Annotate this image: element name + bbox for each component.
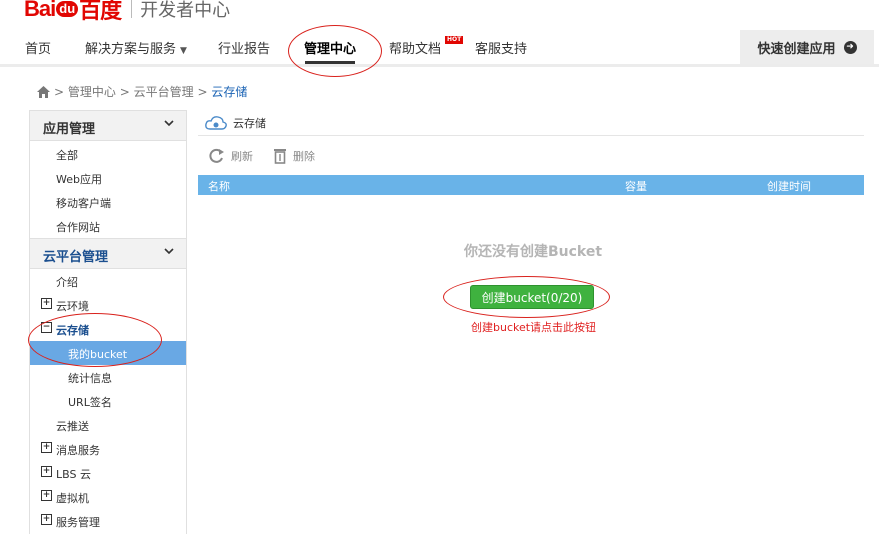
delete-label: 删除 bbox=[293, 150, 315, 163]
expand-plus-icon: + bbox=[41, 514, 52, 525]
refresh-button[interactable]: 刷新 bbox=[208, 148, 253, 164]
breadcrumb-sep: > bbox=[197, 84, 208, 99]
breadcrumb-cloud-platform[interactable]: 云平台管理 bbox=[134, 83, 194, 100]
logo-text-baidu-cn: 百度 bbox=[79, 0, 122, 23]
nav-home[interactable]: 首页 bbox=[25, 38, 51, 57]
page-title: 云存储 bbox=[205, 115, 266, 131]
nav-support[interactable]: 客服支持 bbox=[475, 38, 527, 57]
annotation-ellipse-sidebar bbox=[28, 313, 162, 367]
sidebar-item-label: URL签名 bbox=[68, 396, 112, 409]
page-title-text: 云存储 bbox=[233, 117, 266, 130]
quick-create-app-button[interactable]: 快速创建应用 ➜ bbox=[740, 30, 874, 64]
sidebar-item-label: 虚拟机 bbox=[56, 492, 89, 505]
breadcrumb: > 管理中心 > 云平台管理 > 云存储 bbox=[37, 83, 247, 100]
column-header-created[interactable]: 创建时间 bbox=[767, 178, 811, 194]
sidebar-item-intro[interactable]: 介绍 bbox=[30, 269, 186, 293]
nav-solutions-label: 解决方案与服务 bbox=[85, 42, 177, 57]
sidebar-item-label: 服务管理 bbox=[56, 516, 100, 529]
logo-text-bai: Bai bbox=[24, 0, 56, 21]
breadcrumb-management[interactable]: 管理中心 bbox=[68, 83, 116, 100]
sidebar-section-label: 应用管理 bbox=[43, 122, 96, 137]
breadcrumb-sep: > bbox=[54, 84, 65, 99]
sidebar-item-label: 云推送 bbox=[56, 420, 89, 433]
annotation-ellipse-nav bbox=[288, 25, 382, 77]
sidebar-item-lbs[interactable]: + LBS 云 bbox=[30, 461, 186, 485]
sidebar-item-label: 介绍 bbox=[56, 276, 78, 289]
sidebar-item-label: 消息服务 bbox=[56, 444, 100, 457]
cloud-storage-icon bbox=[205, 116, 227, 130]
create-bucket-hint: 创建bucket请点击此按钮 bbox=[471, 321, 597, 334]
expand-plus-icon: + bbox=[41, 490, 52, 501]
sidebar-item-url-sign[interactable]: URL签名 bbox=[30, 389, 186, 413]
breadcrumb-current: 云存储 bbox=[211, 85, 248, 99]
column-header-name[interactable]: 名称 bbox=[208, 178, 230, 194]
sidebar-item-label: 全部 bbox=[56, 149, 78, 162]
sidebar-section-label: 云平台管理 bbox=[43, 250, 109, 265]
arrow-right-icon: ➜ bbox=[843, 40, 857, 54]
home-icon[interactable] bbox=[37, 85, 50, 98]
baidu-logo[interactable]: Bai du 百度 开发者中心 bbox=[24, 0, 231, 23]
sidebar-item-label: 合作网站 bbox=[56, 221, 100, 234]
expand-plus-icon: + bbox=[41, 298, 52, 309]
chevron-down-icon bbox=[164, 247, 174, 258]
sidebar-item-partner-site[interactable]: 合作网站 bbox=[30, 214, 186, 238]
logo-divider bbox=[131, 0, 133, 18]
sidebar-section-app-mgmt[interactable]: 应用管理 bbox=[30, 111, 186, 141]
sidebar-item-label: 统计信息 bbox=[68, 372, 112, 385]
sidebar-item-all[interactable]: 全部 bbox=[30, 142, 186, 166]
breadcrumb-sep: > bbox=[119, 84, 130, 99]
logo-paw-du: du bbox=[56, 1, 79, 17]
sidebar-item-stats[interactable]: 统计信息 bbox=[30, 365, 186, 389]
sidebar-item-label: Web应用 bbox=[56, 173, 102, 186]
nav-divider bbox=[0, 64, 879, 67]
trash-icon bbox=[274, 149, 286, 164]
nav-help-docs[interactable]: 帮助文档 bbox=[389, 38, 441, 57]
sidebar-item-vm[interactable]: + 虚拟机 bbox=[30, 485, 186, 509]
sidebar-item-msg-service[interactable]: + 消息服务 bbox=[30, 437, 186, 461]
delete-button[interactable]: 删除 bbox=[273, 148, 315, 164]
sidebar-section-cloud-mgmt[interactable]: 云平台管理 bbox=[30, 238, 186, 269]
sidebar-item-mobile-client[interactable]: 移动客户端 bbox=[30, 190, 186, 214]
refresh-icon bbox=[209, 148, 224, 163]
sidebar-item-label: LBS 云 bbox=[56, 468, 91, 481]
hot-badge: HOT bbox=[445, 36, 464, 44]
expand-plus-icon: + bbox=[41, 442, 52, 453]
sidebar-item-cloud-push[interactable]: 云推送 bbox=[30, 413, 186, 437]
quick-create-label: 快速创建应用 bbox=[757, 41, 836, 57]
expand-plus-icon: + bbox=[41, 466, 52, 477]
empty-state-message: 你还没有创建Bucket bbox=[464, 244, 603, 260]
sidebar-item-web-app[interactable]: Web应用 bbox=[30, 166, 186, 190]
logo-subtitle: 开发者中心 bbox=[140, 0, 231, 21]
refresh-label: 刷新 bbox=[231, 150, 253, 163]
column-header-capacity[interactable]: 容量 bbox=[625, 178, 647, 194]
chevron-down-icon bbox=[164, 119, 174, 130]
sidebar-item-label: 移动客户端 bbox=[56, 197, 111, 210]
annotation-ellipse-button bbox=[443, 276, 610, 318]
title-divider bbox=[198, 135, 864, 136]
caret-down-icon: ▼ bbox=[180, 46, 187, 56]
sidebar-item-label: 云环境 bbox=[56, 300, 89, 313]
sidebar-item-service-mgmt[interactable]: + 服务管理 bbox=[30, 509, 186, 533]
nav-reports[interactable]: 行业报告 bbox=[218, 38, 270, 57]
nav-solutions[interactable]: 解决方案与服务 ▼ bbox=[85, 38, 187, 57]
bucket-table-header: 名称 容量 创建时间 bbox=[198, 175, 864, 195]
